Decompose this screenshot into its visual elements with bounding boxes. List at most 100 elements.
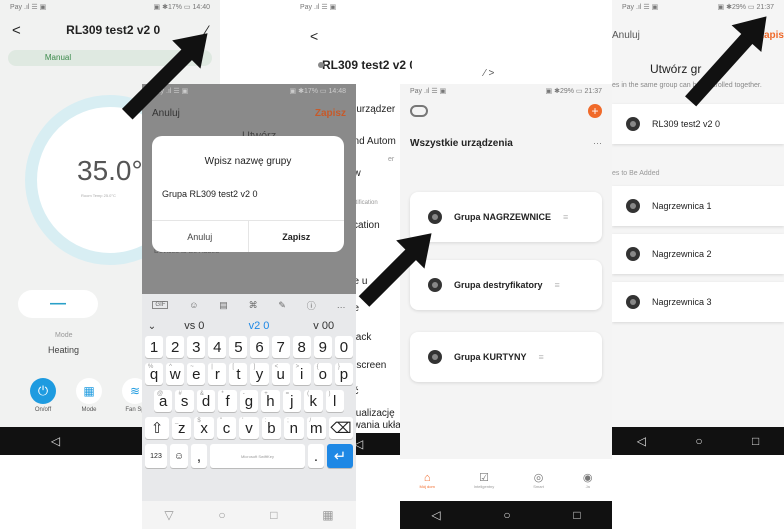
key-7[interactable]: 7 bbox=[271, 336, 290, 358]
key-t[interactable]: [t bbox=[229, 363, 248, 385]
key-q[interactable]: % q bbox=[145, 363, 164, 385]
smart-tab-icon[interactable]: ☑ bbox=[474, 471, 494, 484]
key-2[interactable]: 2 bbox=[166, 336, 185, 358]
more-icon[interactable]: ··· bbox=[593, 138, 602, 149]
key-8[interactable]: 8 bbox=[292, 336, 311, 358]
settings-edit-icon[interactable]: ⁄ > bbox=[484, 68, 494, 79]
drag-handle-icon[interactable]: ≡ bbox=[555, 280, 560, 290]
key-x[interactable]: $ x bbox=[194, 417, 214, 439]
nav-home-icon[interactable]: ○ bbox=[695, 434, 702, 448]
key-d[interactable]: & d bbox=[196, 390, 216, 412]
space-key[interactable]: Microsoft SwiftKey bbox=[210, 444, 305, 468]
cancel-button[interactable]: Anuluj bbox=[152, 108, 180, 119]
key-5[interactable]: 5 bbox=[229, 336, 248, 358]
minus-button[interactable]: — bbox=[18, 290, 98, 318]
dialog-save-button[interactable]: Zapisz bbox=[249, 221, 345, 252]
drag-handle-icon[interactable]: ≡ bbox=[539, 352, 544, 362]
key-0[interactable]: 0 bbox=[334, 336, 353, 358]
smart-shop-icon[interactable]: ◎ bbox=[533, 471, 544, 484]
save-button[interactable]: Zapisz bbox=[315, 108, 346, 119]
nav-back-icon[interactable]: ▽ bbox=[164, 508, 173, 522]
key-f[interactable]: * f bbox=[218, 390, 237, 412]
translate-icon[interactable]: ⌘ bbox=[249, 300, 258, 311]
key-m[interactable]: / m bbox=[306, 417, 326, 439]
suggestion[interactable]: v2 0 bbox=[227, 320, 292, 332]
add-icon[interactable]: + bbox=[588, 104, 602, 118]
pen-icon[interactable]: ✎ bbox=[278, 300, 286, 311]
tab-manual[interactable]: Manual bbox=[8, 50, 108, 66]
key-j[interactable]: = j bbox=[282, 390, 302, 412]
tab-home[interactable]: Mój dom bbox=[419, 484, 434, 489]
cancel-button[interactable]: Anuluj bbox=[612, 30, 640, 41]
backspace-key[interactable]: ⌫ bbox=[329, 417, 353, 439]
key-e[interactable]: ~ e bbox=[187, 363, 206, 385]
key-g[interactable]: -g bbox=[239, 390, 259, 412]
key-c[interactable]: " c bbox=[216, 417, 237, 439]
key-l[interactable]: ) l bbox=[325, 390, 344, 412]
nav-back-icon[interactable]: ◁ bbox=[637, 434, 646, 448]
comma-key[interactable]: , bbox=[191, 444, 207, 468]
device-row[interactable]: Nagrzewnica 2 bbox=[612, 234, 784, 274]
dialog-cancel-button[interactable]: Anuluj bbox=[152, 221, 249, 252]
group-card[interactable]: Grupa KURTYNY ≡ bbox=[410, 332, 602, 382]
power-icon[interactable]: ⏻ bbox=[30, 378, 56, 404]
nav-recents-icon[interactable]: □ bbox=[270, 508, 277, 522]
drag-handle-icon[interactable]: ≡ bbox=[563, 212, 568, 222]
clipboard-icon[interactable]: ▤ bbox=[219, 300, 228, 311]
key-o[interactable]: {o bbox=[313, 363, 332, 385]
more-icon[interactable]: … bbox=[337, 300, 346, 310]
emoji-key[interactable]: ☺ bbox=[170, 444, 188, 468]
tab-smart[interactable]: Smart bbox=[533, 484, 544, 489]
key-v[interactable]: ' v bbox=[239, 417, 259, 439]
key-6[interactable]: 6 bbox=[250, 336, 269, 358]
key-w[interactable]: ^ w bbox=[166, 363, 185, 385]
key-p[interactable]: } p bbox=[334, 363, 353, 385]
suggestion[interactable]: vs 0 bbox=[162, 320, 227, 332]
device-row[interactable]: Nagrzewnica 3 bbox=[612, 282, 784, 322]
device-row[interactable]: Nagrzewnica 1 bbox=[612, 186, 784, 226]
symbols-key[interactable]: 123 bbox=[145, 444, 167, 468]
key-k[interactable]: (k bbox=[304, 390, 323, 412]
nav-back-icon[interactable]: ◁ bbox=[51, 434, 60, 448]
suggestion[interactable]: v 00 bbox=[291, 320, 356, 332]
nav-keyboard-icon[interactable]: ▦ bbox=[322, 508, 333, 522]
key-4[interactable]: 4 bbox=[208, 336, 227, 358]
group-name-input[interactable]: Grupa RL309 test2 v2 0 bbox=[162, 189, 334, 199]
nav-back-icon[interactable]: ◁ bbox=[431, 508, 440, 522]
nav-recents-icon[interactable]: □ bbox=[573, 508, 580, 522]
group-card[interactable]: Grupa destryfikatory ≡ bbox=[410, 260, 602, 310]
key-r[interactable]: | r bbox=[208, 363, 227, 385]
key-h[interactable]: + h bbox=[261, 390, 280, 412]
key-3[interactable]: 3 bbox=[187, 336, 206, 358]
key-9[interactable]: 9 bbox=[313, 336, 332, 358]
gif-icon[interactable]: GIF bbox=[152, 301, 169, 309]
profile-tab-icon[interactable]: ◉ bbox=[583, 471, 593, 484]
mode-icon[interactable]: ▦ bbox=[76, 378, 102, 404]
key-z[interactable]: _ z bbox=[172, 417, 192, 439]
home-tab-icon[interactable]: ⌂ bbox=[419, 472, 434, 484]
back-button[interactable]: < bbox=[12, 22, 21, 39]
shift-key[interactable]: ⇧ bbox=[145, 417, 169, 439]
home-selector-icon[interactable] bbox=[410, 105, 428, 117]
info-icon[interactable]: ⓘ bbox=[307, 299, 316, 312]
tab-intelligent[interactable]: Inteligentny bbox=[474, 484, 494, 489]
key-i[interactable]: > i bbox=[292, 363, 311, 385]
group-card[interactable]: Grupa NAGRZEWNICE ≡ bbox=[410, 192, 602, 242]
key-a[interactable]: @ a bbox=[154, 390, 173, 412]
nav-home-icon[interactable]: ○ bbox=[503, 508, 510, 522]
sticker-icon[interactable]: ☺ bbox=[189, 300, 198, 310]
enter-key[interactable]: ↵ bbox=[327, 444, 353, 468]
key-y[interactable]: ] y bbox=[250, 363, 269, 385]
collapse-icon[interactable]: ⌄ bbox=[142, 321, 162, 332]
key-s[interactable]: # s bbox=[175, 390, 194, 412]
back-button[interactable]: < bbox=[296, 14, 412, 44]
key-n[interactable]: ; n bbox=[284, 417, 304, 439]
tab-me[interactable]: Ja bbox=[583, 484, 593, 489]
nav-recents-icon[interactable]: □ bbox=[752, 434, 759, 448]
selected-device-row[interactable]: RL309 test2 v2 0 bbox=[612, 104, 784, 144]
period-key[interactable]: . bbox=[308, 444, 324, 468]
key-u[interactable]: < u bbox=[271, 363, 290, 385]
key-1[interactable]: 1 bbox=[145, 336, 164, 358]
nav-home-icon[interactable]: ○ bbox=[218, 508, 225, 522]
key-b[interactable]: :b bbox=[261, 417, 282, 439]
